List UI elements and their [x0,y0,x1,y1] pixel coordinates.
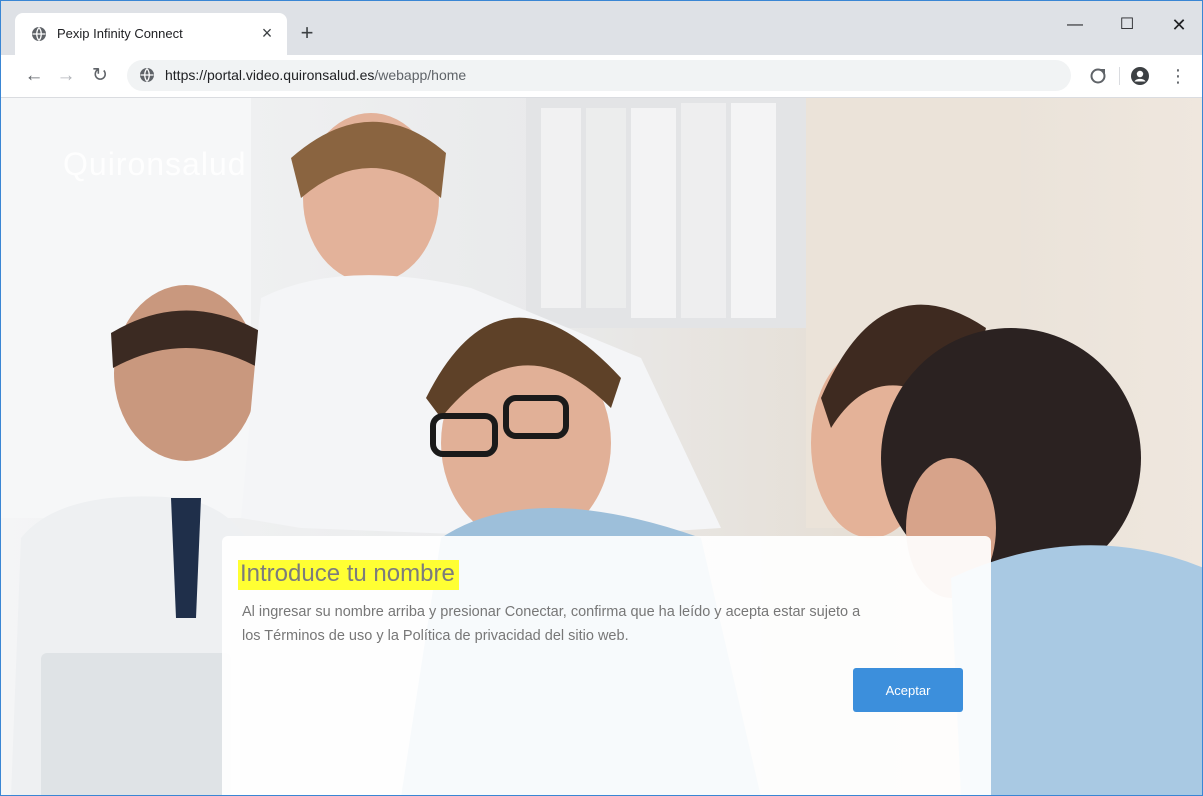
menu-dots-icon[interactable]: ⋮ [1165,63,1191,89]
close-icon[interactable]: × [257,23,277,43]
browser-toolbar: ← → ↻ https://portal.video.quironsalud.e… [1,55,1202,98]
profile-icon[interactable] [1127,63,1153,89]
browser-window: Pexip Infinity Connect × + — ☐ ✕ ← → ↻ h… [0,0,1203,796]
address-bar[interactable]: https://portal.video.quironsalud.es/weba… [127,60,1071,91]
tab-title: Pexip Infinity Connect [57,26,183,41]
tab-strip: Pexip Infinity Connect × + — ☐ ✕ [1,1,1202,55]
dialog-title: Introduce tu nombre [238,560,459,590]
name-dialog: Introduce tu nombre Al ingresar su nombr… [222,536,991,795]
page-content: Quironsalud Introduce tu nombre Al ingre… [1,98,1202,795]
accept-button[interactable]: Aceptar [853,668,963,712]
brand-logo: Quironsalud [63,146,247,182]
minimize-icon[interactable]: — [1055,11,1095,39]
globe-icon [139,67,155,83]
maximize-icon[interactable]: ☐ [1107,11,1147,39]
new-tab-button[interactable]: + [295,21,319,45]
url-path: /webapp/home [374,67,467,83]
reload-icon[interactable]: ↻ [87,63,113,89]
globe-icon [31,26,47,42]
url-host: https://portal.video.quironsalud.es [165,67,375,83]
url-text: https://portal.video.quironsalud.es/weba… [165,67,466,83]
back-arrow-icon[interactable]: ← [21,63,47,89]
tab-pexip[interactable]: Pexip Infinity Connect × [15,13,287,55]
forward-arrow-icon[interactable]: → [53,63,79,89]
extension-icon[interactable] [1085,63,1111,89]
toolbar-separator [1119,67,1120,85]
window-close-icon[interactable]: ✕ [1159,11,1199,39]
dialog-terms-text: Al ingresar su nombre arriba y presionar… [242,604,861,644]
